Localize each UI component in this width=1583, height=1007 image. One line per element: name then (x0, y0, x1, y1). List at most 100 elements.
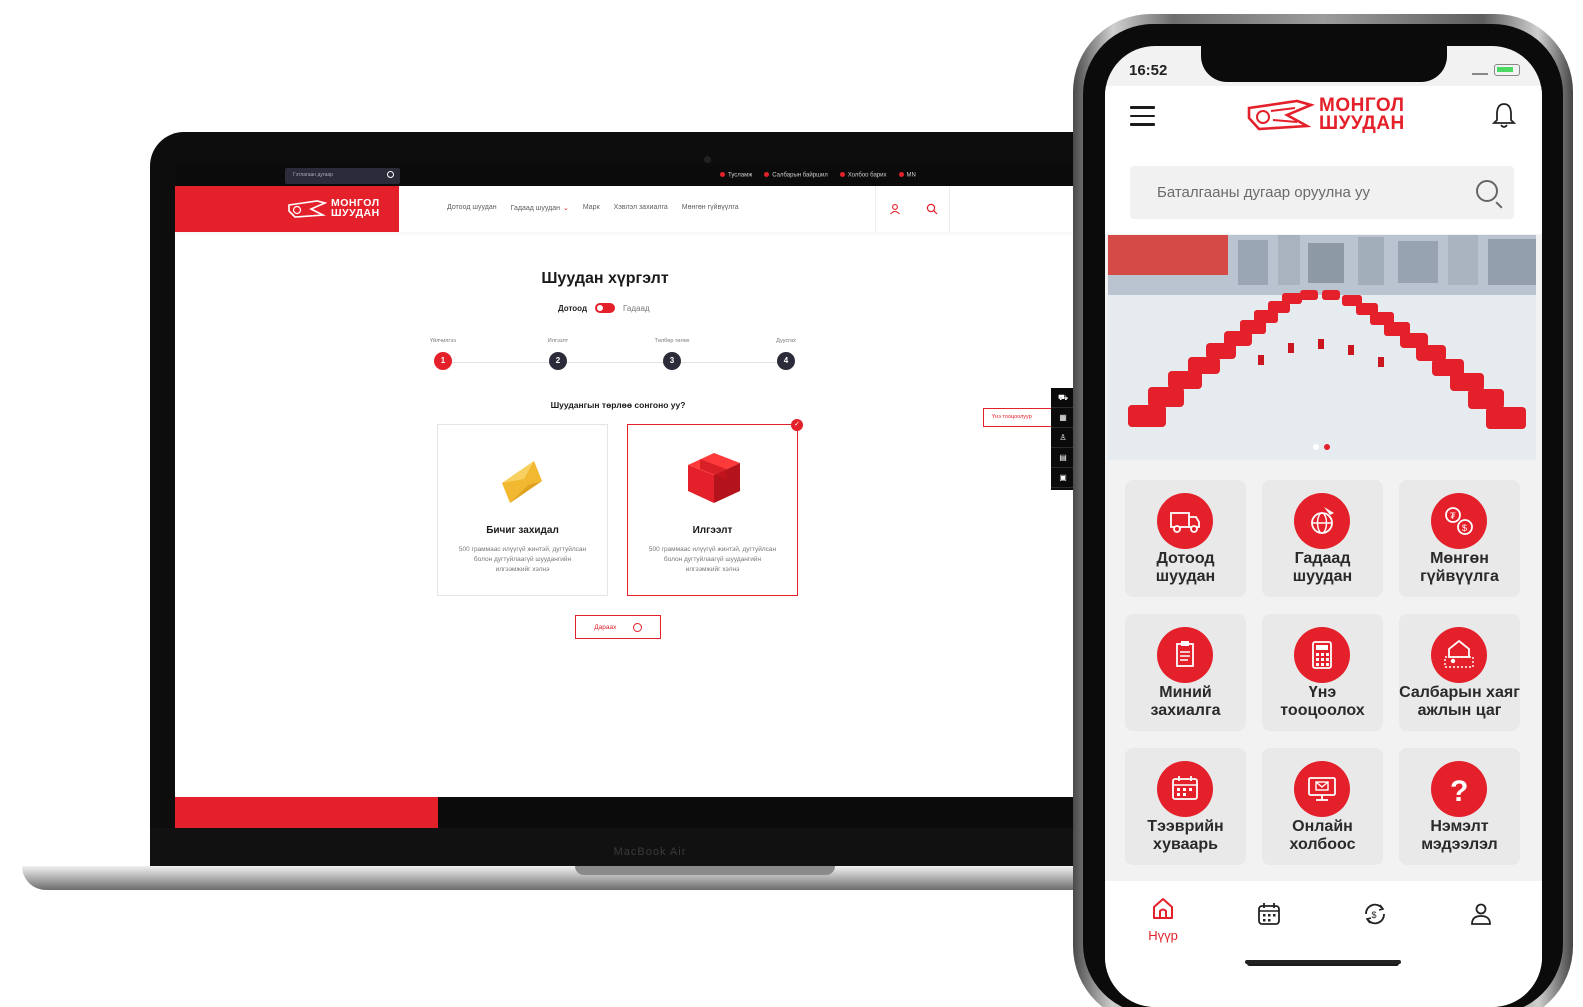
side-quick-links: ⛟ ▦ ♙ ▤ ▣ (1051, 388, 1075, 490)
nav-stamps[interactable]: Марк (583, 204, 600, 212)
step-4[interactable]: Дуусгах 4 (761, 338, 811, 370)
tile-online-links[interactable]: Онлайн холбоос (1262, 748, 1383, 865)
search-icon[interactable] (1476, 180, 1498, 202)
topbar-links: Тусламж Салбарын байршил Холбоо барих MN (720, 172, 916, 179)
chevron-down-icon: ⌄ (563, 205, 569, 212)
home-icon (1153, 898, 1173, 919)
tracking-search-placeholder: Гэтлагаан дугаар (293, 172, 333, 178)
app-logo-text: МОНГОЛ ШУУДАН (1319, 95, 1405, 134)
location-icon (764, 172, 770, 177)
toggle-label-international[interactable]: Гадаад (623, 304, 650, 313)
topbar-link-contact[interactable]: Холбоо барих (839, 172, 887, 179)
tile-additional-info[interactable]: ? Нэмэлт мэдээлэл (1399, 748, 1520, 865)
calendar-icon (1258, 903, 1280, 925)
step-2[interactable]: Илгээлт 2 (533, 338, 583, 370)
calendar-icon[interactable]: ▤ (1051, 448, 1075, 468)
truck-icon[interactable]: ⛟ (1051, 388, 1075, 408)
next-button[interactable]: Дараах (575, 615, 661, 639)
status-time: 16:52 (1129, 62, 1168, 79)
calculator-icon[interactable]: ▦ (1051, 408, 1075, 428)
nav-subscriptions[interactable]: Хэвлэл захиалга (614, 204, 668, 212)
nav-international[interactable]: Гадаад шуудан ⌄ (511, 204, 569, 212)
option-parcel-desc: 500 граммаас илүүгүй жинтэй, дугтуйлсан … (648, 546, 777, 573)
option-parcel[interactable]: ✓ Илгээлт 500 граммаас илүүгүй жинтэй, д… (627, 419, 803, 596)
help-icon (720, 172, 725, 177)
laptop-base (22, 866, 1112, 890)
tile-international-mail[interactable]: Гадаад шуудан (1262, 480, 1383, 597)
phone-icon (839, 172, 845, 177)
user-icon[interactable] (889, 203, 901, 215)
tile-money-transfer[interactable]: ₮ $ Мөнгөн гүйвүүлга (1399, 480, 1520, 597)
svg-text:$: $ (1372, 910, 1377, 920)
option-letter-title: Бичиг захидал (486, 525, 559, 536)
clipboard-icon (1176, 641, 1194, 667)
toggle-switch[interactable] (595, 303, 616, 313)
search-icon[interactable] (926, 203, 938, 215)
search-icon[interactable] (387, 171, 394, 178)
footer-accent (175, 797, 438, 828)
mockup-stage: MacBook Air Гэтлагаан дугаар Тусламж Сал… (0, 0, 1583, 1007)
bottom-nav: Нүүр $ (1105, 881, 1542, 1007)
laptop-model-label: MacBook Air (613, 846, 687, 858)
nav-actions (875, 186, 950, 232)
carousel-dots[interactable] (1313, 444, 1330, 450)
tracking-number-input[interactable]: Баталгааны дугаар оруулна уу (1130, 166, 1514, 219)
topbar-link-branches[interactable]: Салбарын байршил (764, 172, 828, 179)
banner-carousel[interactable] (1108, 235, 1536, 460)
tile-price-calculator[interactable]: Үнэ тооцоолох (1262, 614, 1383, 731)
topbar-link-help[interactable]: Тусламж (720, 172, 752, 179)
nav-home[interactable]: Нүүр (1133, 895, 1193, 943)
calendar-icon (1172, 776, 1198, 800)
step-1[interactable]: Үйлчилгээ 1 (418, 338, 468, 370)
logo-text: МОНГОЛ ШУУДАН (331, 197, 380, 219)
nav-domestic[interactable]: Дотоод шуудан (447, 204, 497, 212)
banner-photo (1108, 235, 1536, 460)
nav-payments[interactable]: $ (1345, 901, 1405, 932)
document-icon[interactable]: ▣ (1051, 468, 1075, 488)
bell-icon[interactable] (1492, 101, 1516, 129)
tile-branch-locations[interactable]: Салбарын хаяг ажлын цаг (1399, 614, 1520, 731)
option-letter[interactable]: Бичиг захидал 500 граммаас илүүгүй жинтэ… (437, 424, 608, 596)
next-button-label: Дараах (594, 623, 617, 631)
question-icon: ? (1450, 775, 1468, 807)
app-search-bar: Баталгааны дугаар оруулна уу (1105, 156, 1542, 234)
sitemap-icon[interactable]: ♙ (1051, 428, 1075, 448)
phone-screen: 16:52 МОНГОЛ ШУУДАН Баталгааны дугаар ор… (1105, 46, 1542, 1007)
nav-profile[interactable] (1451, 901, 1511, 932)
logo-envelope-icon (1247, 99, 1315, 131)
tile-transport-schedule[interactable]: Тээврийн хуваарь (1125, 748, 1246, 865)
phone-notch (1201, 46, 1447, 82)
tile-my-orders[interactable]: Миний захиалга (1125, 614, 1246, 731)
nav-money-transfer[interactable]: Мөнгөн гүйвүүлга (682, 204, 739, 212)
status-indicators (1472, 64, 1520, 76)
main-nav: Дотоод шуудан Гадаад шуудан ⌄ Марк Хэвлэл… (447, 204, 739, 212)
svg-text:$: $ (1462, 523, 1467, 533)
site-logo[interactable]: МОНГОЛ ШУУДАН (175, 186, 399, 232)
language-selector[interactable]: MN (898, 172, 916, 179)
laptop-notch (575, 866, 835, 875)
tile-domestic-mail[interactable]: Дотоод шуудан (1125, 480, 1246, 597)
money-transfer-icon: ₮$ (1445, 507, 1473, 535)
laptop-screen: Гэтлагаан дугаар Тусламж Салбарын байрши… (175, 166, 1075, 828)
tracking-search[interactable]: Гэтлагаан дугаар (285, 168, 400, 184)
site-navbar: МОНГОЛ ШУУДАН Дотоод шуудан Гадаад шууда… (175, 186, 1075, 232)
signal-icon (1472, 65, 1488, 75)
globe-plane-icon (1311, 507, 1334, 534)
tracking-number-placeholder: Баталгааны дугаар оруулна уу (1157, 184, 1371, 201)
mail-type-question: Шуудангын төрлөө сонгоно уу? (550, 400, 686, 410)
site-topbar: Гэтлагаан дугаар Тусламж Салбарын байрши… (175, 166, 1075, 186)
domestic-international-toggle: Дотоод Гадаад (558, 303, 650, 313)
nav-home-label: Нүүр (1148, 928, 1178, 943)
app-header: МОНГОЛ ШУУДАН (1105, 86, 1542, 156)
calculator-icon (1312, 641, 1332, 669)
menu-icon[interactable] (1130, 106, 1155, 126)
arrow-right-circle-icon (632, 622, 642, 632)
toggle-label-domestic[interactable]: Дотоод (558, 304, 587, 313)
option-parcel-title: Илгээлт (692, 525, 733, 536)
step-3[interactable]: Төлбөр төлөх 3 (647, 338, 697, 370)
flag-icon (898, 172, 904, 177)
stepper-line (445, 362, 793, 363)
check-icon: ✓ (791, 419, 803, 431)
user-icon (1471, 903, 1491, 925)
nav-schedule[interactable] (1239, 901, 1299, 932)
